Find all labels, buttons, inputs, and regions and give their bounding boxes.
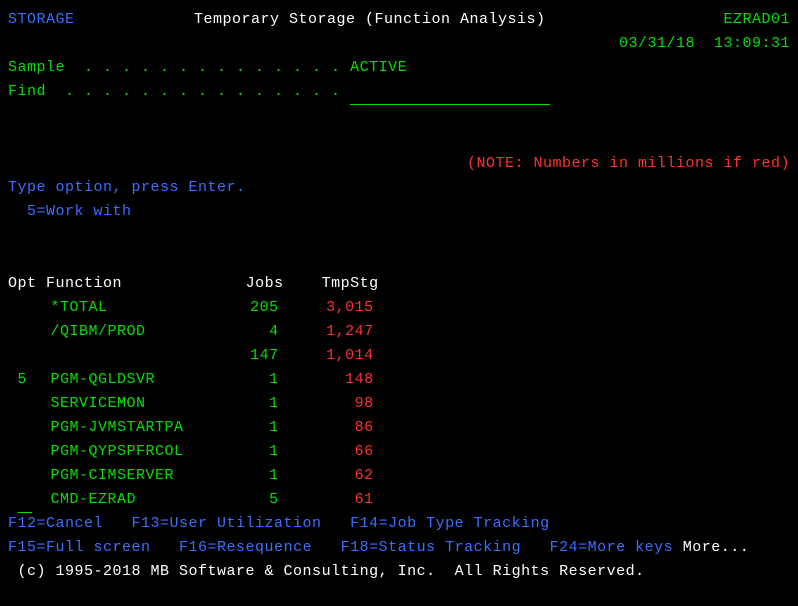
fkeys-row-1: F12=Cancel F13=User Utilization F14=Job … <box>8 512 790 536</box>
f12-key[interactable]: F12=Cancel <box>8 515 103 532</box>
fkeys-row-2: F15=Full screen F16=Resequence F18=Statu… <box>8 536 790 560</box>
jobs-cell: 5 <box>203 491 279 508</box>
tmpstg-cell: 148 <box>279 371 374 388</box>
more-indicator: More... <box>683 539 750 556</box>
copyright: (c) 1995-2018 MB Software & Consulting, … <box>8 560 790 584</box>
find-row: Find . . . . . . . . . . . . . . . <box>8 80 790 104</box>
table-row: 147 1,014 <box>8 344 790 368</box>
tmpstg-cell: 86 <box>279 419 374 436</box>
jobs-cell: 205 <box>203 299 279 316</box>
function-cell: SERVICEMON <box>51 395 203 412</box>
function-cell: PGM-QYPSPFRCOL <box>51 443 203 460</box>
table-row: *TOTAL 205 3,015 <box>8 296 790 320</box>
date-time: 03/31/18 13:09:31 <box>619 32 790 56</box>
note-row: (NOTE: Numbers in millions if red) <box>8 152 790 176</box>
option-input[interactable] <box>18 320 32 345</box>
note-text: (NOTE: Numbers in millions if red) <box>467 152 790 176</box>
f13-key[interactable]: F13=User Utilization <box>132 515 322 532</box>
option-input[interactable] <box>18 416 32 441</box>
table-row: PGM-CIMSERVER 1 62 <box>8 464 790 488</box>
jobs-cell: 4 <box>203 323 279 340</box>
table-row: /QIBM/PROD 4 1,247 <box>8 320 790 344</box>
f24-key[interactable]: F24=More keys <box>550 539 674 556</box>
table-row: PGM-QGLDSVR 1 148 <box>8 368 790 392</box>
find-input[interactable] <box>350 80 550 105</box>
function-cell <box>51 347 203 364</box>
find-label: Find . . . . . . . . . . . . . . . <box>8 83 341 100</box>
jobs-cell: 1 <box>203 395 279 412</box>
f16-key[interactable]: F16=Resequence <box>179 539 312 556</box>
option-input[interactable] <box>18 368 32 393</box>
tmpstg-cell: 1,014 <box>279 347 374 364</box>
f18-key[interactable]: F18=Status Tracking <box>341 539 522 556</box>
option-input[interactable] <box>18 344 32 369</box>
jobs-cell: 1 <box>203 443 279 460</box>
function-cell: CMD-EZRAD <box>51 491 203 508</box>
program-id: EZRAD01 <box>723 8 790 32</box>
option-help: 5=Work with <box>8 200 790 224</box>
screen-title: Temporary Storage (Function Analysis) <box>194 8 723 32</box>
jobs-cell: 1 <box>203 371 279 388</box>
function-cell: PGM-QGLDSVR <box>51 371 203 388</box>
screen-id: STORAGE <box>8 8 194 32</box>
function-cell: PGM-JVMSTARTPA <box>51 419 203 436</box>
tmpstg-cell: 98 <box>279 395 374 412</box>
header-datetime: 03/31/18 13:09:31 <box>8 32 790 56</box>
column-headers: Opt Function Jobs TmpStg <box>8 272 790 296</box>
option-input[interactable] <box>18 296 32 321</box>
table-row: PGM-JVMSTARTPA 1 86 <box>8 416 790 440</box>
tmpstg-cell: 3,015 <box>279 299 374 316</box>
sample-label: Sample . . . . . . . . . . . . . . <box>8 59 341 76</box>
sample-value: ACTIVE <box>350 59 407 76</box>
tmpstg-cell: 66 <box>279 443 374 460</box>
function-cell: /QIBM/PROD <box>51 323 203 340</box>
function-cell: *TOTAL <box>51 299 203 316</box>
option-input[interactable] <box>18 464 32 489</box>
table-row: SERVICEMON 1 98 <box>8 392 790 416</box>
f15-key[interactable]: F15=Full screen <box>8 539 151 556</box>
header: STORAGE Temporary Storage (Function Anal… <box>8 8 790 32</box>
jobs-cell: 1 <box>203 419 279 436</box>
table-row: CMD-EZRAD 5 61 <box>8 488 790 512</box>
table-row: PGM-QYPSPFRCOL 1 66 <box>8 440 790 464</box>
jobs-cell: 147 <box>203 347 279 364</box>
instructions: Type option, press Enter. <box>8 176 790 200</box>
tmpstg-cell: 61 <box>279 491 374 508</box>
sample-row: Sample . . . . . . . . . . . . . . ACTIV… <box>8 56 790 80</box>
function-cell: PGM-CIMSERVER <box>51 467 203 484</box>
option-input[interactable] <box>18 488 32 513</box>
tmpstg-cell: 1,247 <box>279 323 374 340</box>
jobs-cell: 1 <box>203 467 279 484</box>
option-input[interactable] <box>18 392 32 417</box>
f14-key[interactable]: F14=Job Type Tracking <box>350 515 550 532</box>
tmpstg-cell: 62 <box>279 467 374 484</box>
option-input[interactable] <box>18 440 32 465</box>
